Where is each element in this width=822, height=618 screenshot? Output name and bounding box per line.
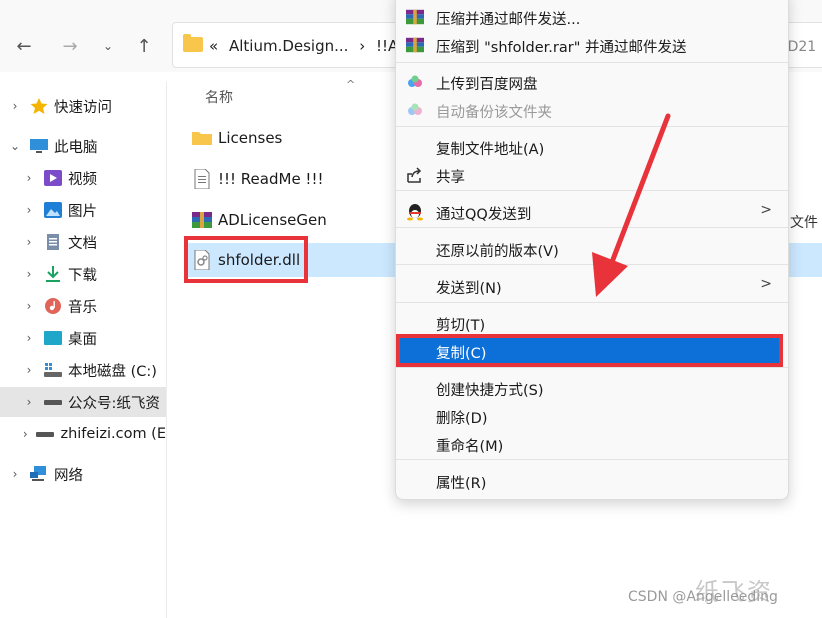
watermark-text: CSDN @Angelleeding [628, 589, 778, 605]
annotation-arrow [592, 113, 671, 297]
